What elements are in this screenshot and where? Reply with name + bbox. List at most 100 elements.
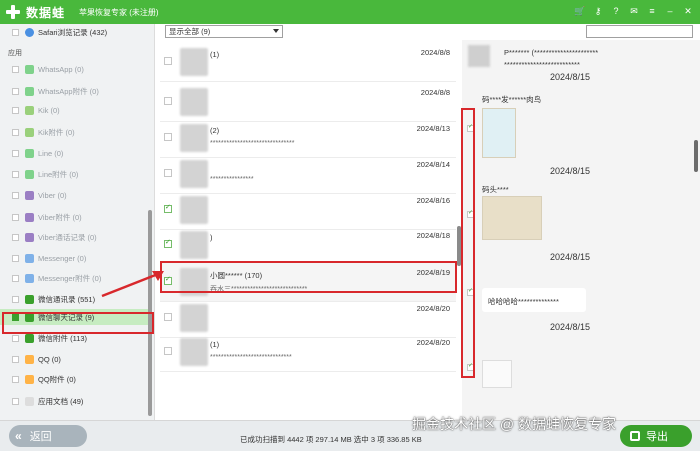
sidebar-item-viber[interactable]: Viber (0): [0, 187, 152, 203]
avatar: [180, 304, 208, 332]
key-icon[interactable]: ⚷: [592, 5, 604, 17]
conversation-name: (1): [210, 50, 220, 59]
help-icon[interactable]: ?: [610, 5, 622, 17]
sidebar-item-line[interactable]: Line (0): [0, 145, 152, 161]
sidebar-item-label: 应用文档 (49): [38, 396, 84, 406]
sidebar-item-viber[interactable]: Viber通话记录 (0): [0, 229, 152, 245]
image-attachment[interactable]: [482, 196, 542, 240]
sidebar-item-label: QQ (0): [38, 354, 61, 364]
scan-status: 已成功扫描到 4442 项 297.14 MB 选中 3 项 336.85 KB: [240, 435, 422, 444]
conversation-date: 2024/8/13: [416, 124, 450, 133]
avatar: [180, 196, 208, 224]
conversation-row[interactable]: **************** 2024/8/14: [160, 154, 456, 194]
image-attachment[interactable]: [482, 108, 516, 158]
conversation-date: 2024/8/20: [416, 304, 450, 313]
sidebar-item-label: Kik (0): [38, 105, 60, 115]
window-title: 苹果恢复专家 (未注册): [79, 7, 159, 17]
sidebar-item-viber[interactable]: Viber附件 (0): [0, 209, 152, 225]
line-icon: [25, 148, 34, 158]
conversation-row[interactable]: 2024/8/8: [160, 82, 456, 122]
checkbox[interactable]: [12, 149, 19, 157]
conversation-row[interactable]: (1) 2024/8/8: [160, 42, 456, 82]
row-checkbox[interactable]: [164, 97, 172, 105]
sidebar-item-kik[interactable]: Kik (0): [0, 102, 152, 118]
annotation-arrow-icon: [101, 271, 164, 298]
sidebar-item-label: Viber附件 (0): [38, 212, 82, 222]
checkbox[interactable]: [12, 355, 19, 363]
checkbox[interactable]: [12, 375, 19, 383]
sidebar-item-label: Messenger (0): [38, 253, 87, 263]
close-icon[interactable]: ✕: [682, 5, 694, 17]
menu-icon[interactable]: ≡: [646, 5, 658, 17]
row-checkbox[interactable]: [164, 169, 172, 177]
conversation-row[interactable]: (1) ****************************** 2024/8/…: [160, 332, 456, 372]
filter-dropdown[interactable]: 显示全部 (9): [165, 25, 283, 38]
viber-icon: [25, 190, 34, 200]
sidebar-item-whatsapp[interactable]: WhatsApp (0): [0, 61, 152, 77]
wechat-icon: [25, 333, 34, 343]
checkbox[interactable]: [12, 191, 19, 199]
title-bar: 数据蛙 苹果恢复专家 (未注册) 🛒 ⚷ ? ✉ ≡ – ✕: [0, 0, 700, 24]
checkbox[interactable]: [12, 106, 19, 114]
sidebar-item-line[interactable]: Line附件 (0): [0, 166, 152, 182]
conversation-name: (1): [210, 340, 220, 349]
row-checkbox[interactable]: [164, 57, 172, 65]
conversation-date: 2024/8/8: [420, 88, 450, 97]
checkbox[interactable]: [12, 334, 19, 342]
sidebar-item-kik[interactable]: Kik附件 (0): [0, 124, 152, 140]
sidebar-item-whatsapp[interactable]: WhatsApp附件 (0): [0, 83, 152, 99]
message-text: 码头****: [482, 185, 509, 194]
image-attachment[interactable]: [482, 360, 512, 388]
line-icon: [25, 169, 34, 179]
conversation-date: 2024/8/18: [416, 231, 450, 240]
chat-icon[interactable]: ✉: [628, 5, 640, 17]
export-button[interactable]: 导出: [620, 425, 692, 447]
avatar: [180, 124, 208, 152]
checkbox[interactable]: [12, 128, 19, 136]
window-controls: 🛒 ⚷ ? ✉ ≡ – ✕: [574, 5, 694, 17]
sidebar-item-label: WhatsApp (0): [38, 64, 84, 74]
watermark: 掘金技术社区 @ 数据蛙恢复专家: [412, 416, 616, 432]
sidebar-item-label: Safari浏览记录 (432): [38, 27, 108, 37]
logo-icon: [6, 5, 20, 19]
conversation-preview: *******************************: [210, 140, 295, 147]
sidebar-item-label: Viber通话记录 (0): [38, 232, 97, 242]
checkbox[interactable]: [12, 233, 19, 241]
double-chevron-left-icon: «: [15, 429, 22, 443]
highlight-message-checkboxes: [461, 108, 475, 378]
cart-icon[interactable]: 🛒: [574, 5, 586, 17]
checkbox[interactable]: [12, 295, 19, 303]
conversation-date: 2024/8/20: [416, 338, 450, 347]
conversation-row[interactable]: 2024/8/16: [160, 190, 456, 230]
safari-icon: [25, 27, 34, 37]
sidebar-item-messenger[interactable]: Messenger (0): [0, 250, 152, 266]
message-date: 2024/8/15: [550, 166, 591, 176]
sidebar-item-document[interactable]: 应用文档 (49): [0, 393, 152, 409]
checkbox[interactable]: [12, 87, 19, 95]
detail-scrollbar[interactable]: [694, 140, 698, 172]
search-input[interactable]: [586, 25, 693, 38]
sidebar-item-safari[interactable]: Safari浏览记录 (432): [0, 24, 152, 40]
checkbox[interactable]: [12, 170, 19, 178]
row-checkbox[interactable]: [164, 133, 172, 141]
checkbox[interactable]: [12, 213, 19, 221]
checkbox[interactable]: [12, 274, 19, 282]
checkbox[interactable]: [12, 28, 19, 36]
row-checkbox[interactable]: [164, 313, 172, 321]
export-icon: [630, 431, 640, 441]
checkbox[interactable]: [12, 65, 19, 73]
minimize-icon[interactable]: –: [664, 5, 676, 17]
whatsapp-icon: [25, 86, 34, 96]
sidebar-item-label: Kik附件 (0): [38, 127, 75, 137]
row-checkbox[interactable]: [164, 238, 172, 248]
row-checkbox[interactable]: [164, 347, 172, 355]
conversation-row[interactable]: (2) ******************************* 2024/8…: [160, 118, 456, 158]
sidebar-item-qq[interactable]: QQ附件 (0): [0, 371, 152, 387]
row-checkbox[interactable]: [164, 203, 172, 213]
chat-header-name: P******* (**********************: [504, 48, 599, 57]
back-button[interactable]: « 返回: [9, 425, 87, 447]
checkbox[interactable]: [12, 254, 19, 262]
sidebar-item-qq[interactable]: QQ (0): [0, 351, 152, 367]
checkbox[interactable]: [12, 397, 19, 405]
conversation-row[interactable]: ) 2024/8/18: [160, 225, 456, 265]
